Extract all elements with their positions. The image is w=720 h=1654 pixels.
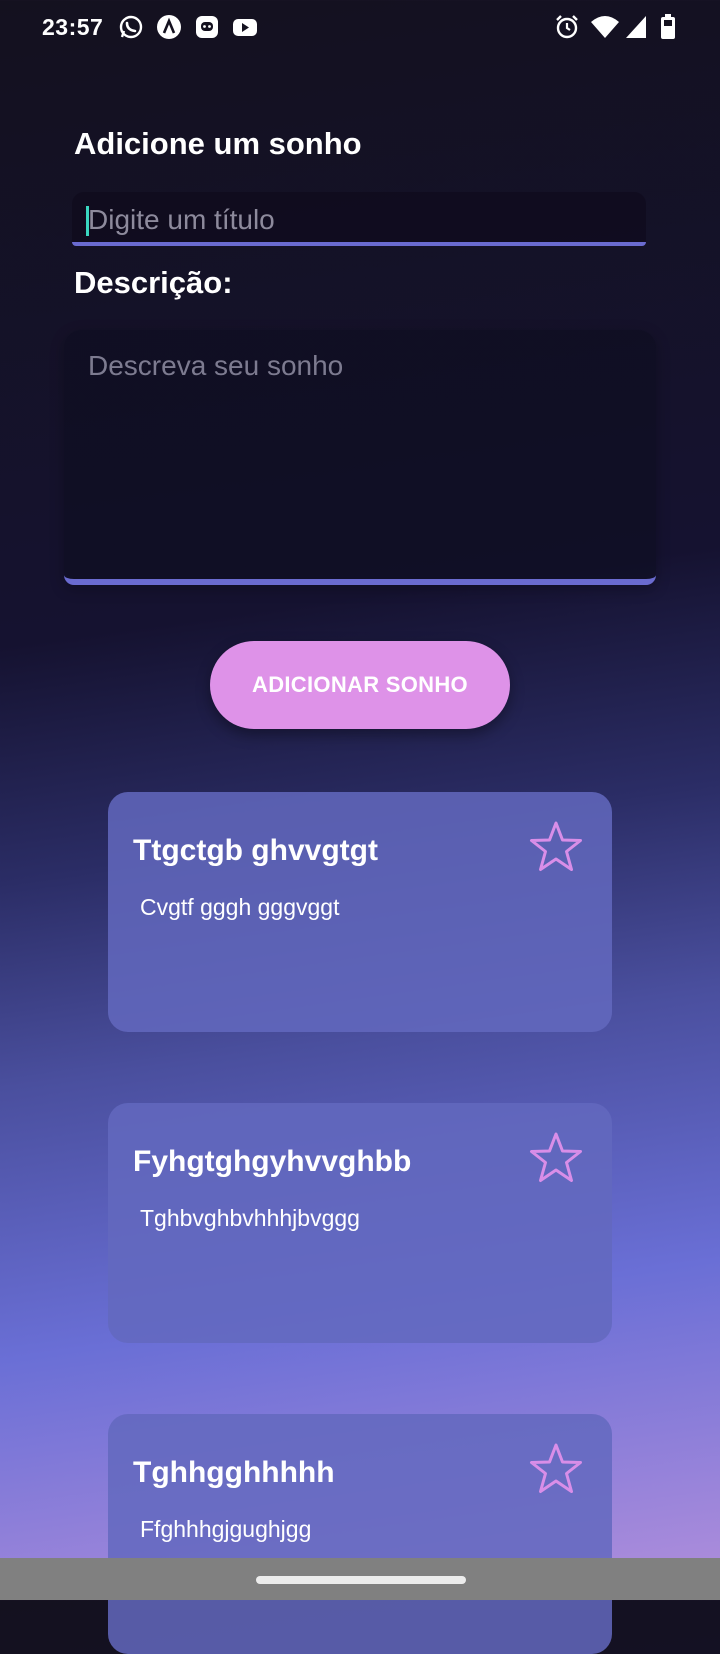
dream-description: Tghbvghbvhhhjbvggg [140,1205,360,1231]
whatsapp-icon [119,15,143,39]
dream-title: Ttgctgb ghvvgtgt [133,834,378,867]
discord-icon [196,16,218,38]
dream-description: Cvgtf gggh gggvggt [140,894,340,920]
signal-icon [626,16,646,38]
description-placeholder: Descreva seu sonho [88,350,344,381]
title-placeholder: Digite um título [88,204,275,235]
dream-card: Tghhgghhhhh Ffghhhgjgughjgg [108,1414,612,1654]
dream-card: Ttgctgb ghvvgtgt Cvgtf gggh gggvggt [108,792,612,1032]
description-input[interactable]: Descreva seu sonho [64,330,656,585]
dream-title: Tghhgghhhhh [133,1456,335,1489]
description-label: Descrição: [74,265,233,300]
star-icon[interactable] [528,820,584,874]
app-icon [157,15,181,39]
home-gesture-handle[interactable] [256,1576,466,1584]
star-icon[interactable] [528,1442,584,1496]
youtube-icon [233,19,257,36]
dream-description: Ffghhhgjgughjgg [140,1516,312,1542]
add-dream-button[interactable]: ADICIONAR SONHO [210,641,510,729]
form-heading: Adicione um sonho [74,126,362,161]
status-time: 23:57 [42,14,104,40]
star-icon[interactable] [528,1131,584,1185]
alarm-icon [556,15,578,39]
dream-title: Fyhgtghgyhvvghbb [133,1145,412,1178]
title-input[interactable]: Digite um título [72,192,646,246]
status-bar: 23:57 [0,0,720,56]
dream-card: Fyhgtghgyhvvghbb Tghbvghbvhhhjbvggg [108,1103,612,1343]
wifi-icon [591,16,619,38]
battery-icon [661,14,675,39]
